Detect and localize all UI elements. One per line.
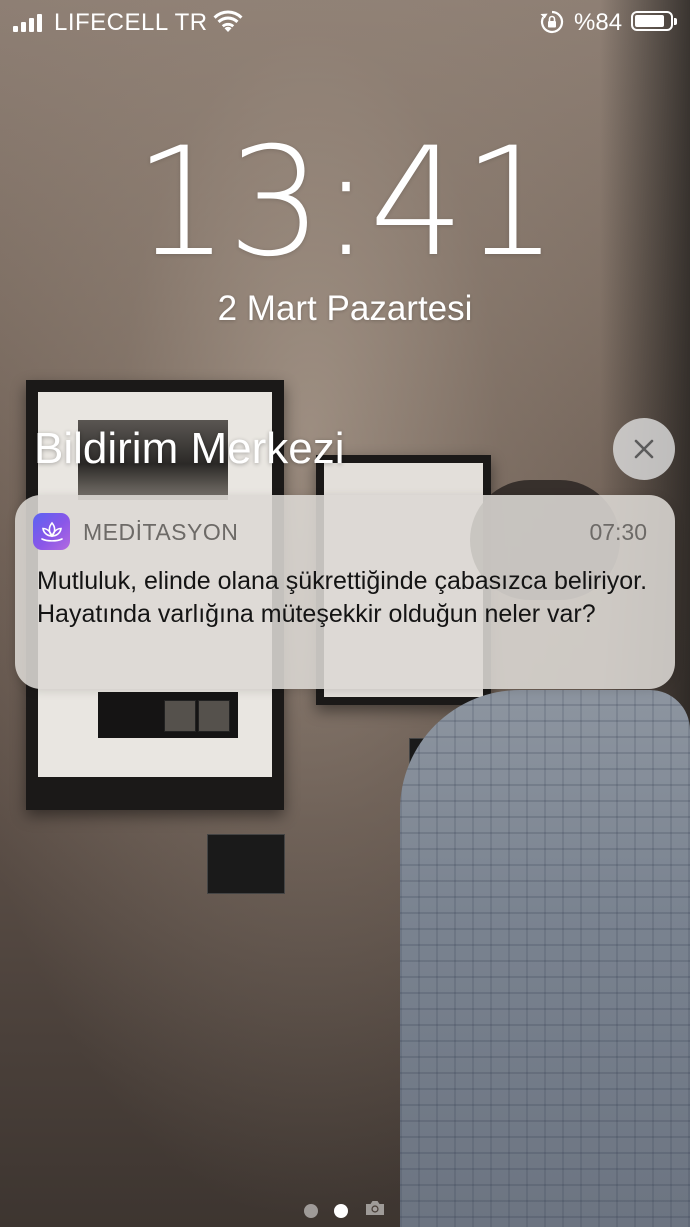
battery-fill (635, 15, 664, 27)
page-dot-active (334, 1203, 348, 1218)
wallpaper-figure-jacket (400, 690, 690, 1227)
lock-screen: LIFECELL TR %84 13:41 2 Mart Pazartesi B… (0, 0, 690, 1227)
wifi-icon (212, 10, 244, 41)
notification-center-title: Bildirim Merkezi (34, 424, 345, 473)
wallpaper-thumbnail (164, 700, 196, 732)
carrier-name: LIFECELL TR (54, 9, 208, 36)
signal-icon (13, 14, 42, 32)
battery-icon (631, 11, 677, 31)
close-icon (634, 439, 654, 459)
lock-screen-time: 13:41 (133, 116, 558, 290)
signal-bar (21, 22, 26, 32)
status-bar: LIFECELL TR %84 (0, 0, 690, 44)
notification-time: 07:30 (589, 519, 647, 545)
notification-card[interactable]: MEDİTASYON 07:30 Mutluluk, elinde olana … (15, 495, 675, 689)
app-icon (33, 513, 70, 550)
notification-body: Mutluluk, elinde olana şükrettiğinde çab… (37, 567, 648, 628)
notification-app-name: MEDİTASYON (83, 519, 239, 545)
lotus-icon (40, 521, 63, 542)
wallpaper-thumbnail-grid (98, 692, 238, 738)
camera-icon (364, 1199, 386, 1222)
page-indicator[interactable] (304, 1199, 386, 1222)
rotation-lock-icon (539, 9, 565, 42)
battery-percent: %84 (574, 9, 623, 36)
clear-notifications-button[interactable] (613, 418, 675, 480)
wallpaper-placard (207, 834, 285, 894)
signal-bar (13, 26, 18, 32)
signal-bar (37, 14, 42, 32)
lock-screen-date: 2 Mart Pazartesi (217, 289, 473, 328)
page-dot (304, 1203, 318, 1218)
signal-bar (29, 18, 34, 32)
wallpaper-thumbnail (198, 700, 230, 732)
